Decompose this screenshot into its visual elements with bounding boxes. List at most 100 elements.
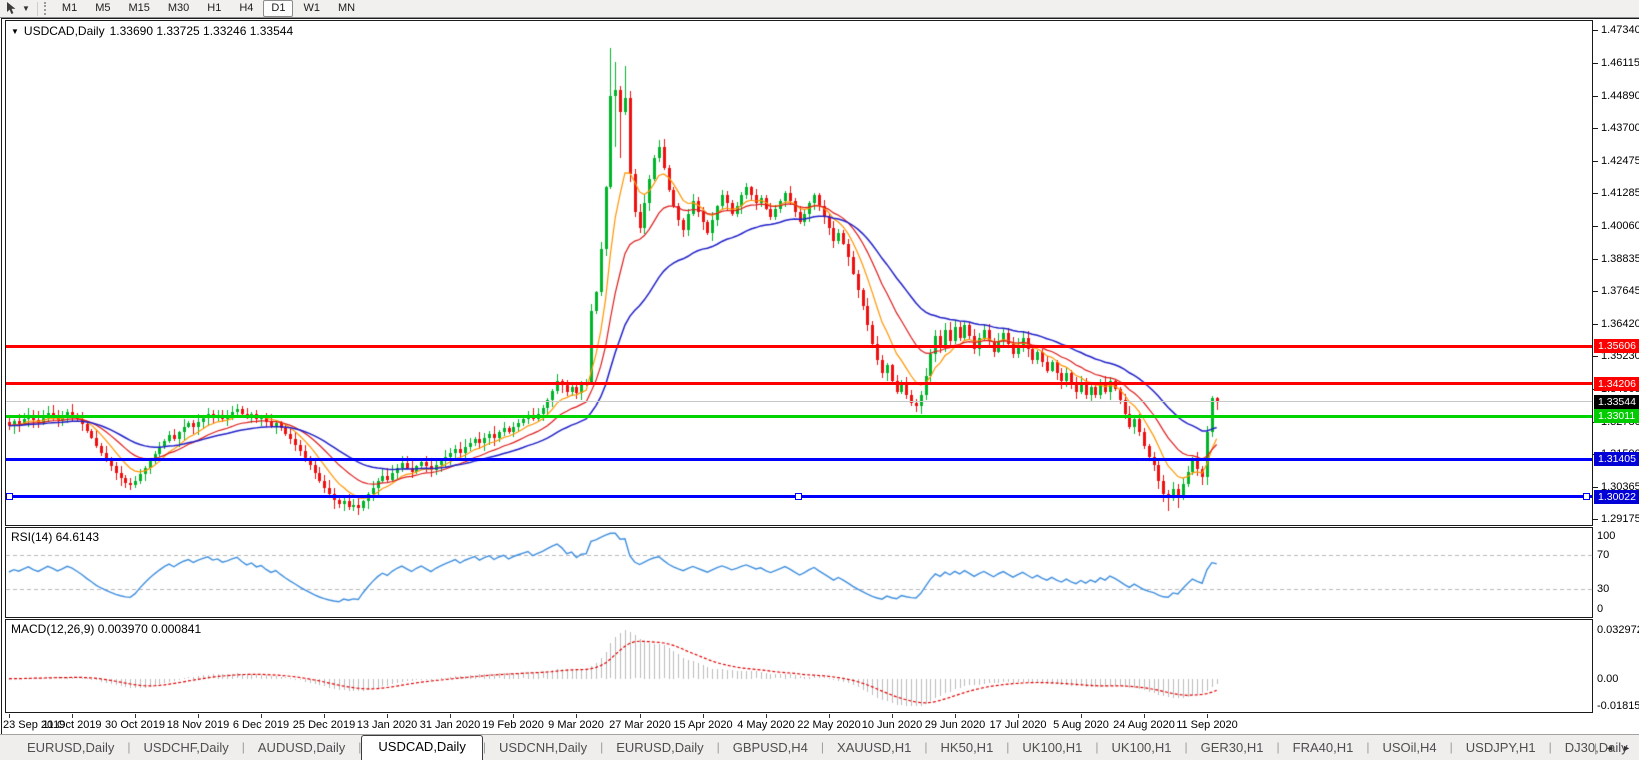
date-tick-mark [1018, 714, 1019, 718]
dropdown-caret-icon[interactable]: ▼ [22, 4, 30, 13]
price-tick-label: 1.44890 [1601, 90, 1639, 102]
macd-pane[interactable] [5, 619, 1593, 713]
rsi-pane[interactable] [5, 527, 1593, 618]
price-tag: 1.30022 [1594, 490, 1639, 504]
chart-title: ▼ USDCAD,Daily 1.33690 1.33725 1.33246 1… [11, 24, 293, 38]
date-label: 22 May 2020 [797, 719, 861, 731]
date-tick-mark [261, 714, 262, 718]
resistance-line-1.35606[interactable] [6, 345, 1592, 348]
price-tag: 1.33544 [1594, 395, 1639, 409]
date-tick-mark [892, 714, 893, 718]
selection-handle[interactable] [6, 493, 13, 500]
date-label: 29 Jun 2020 [925, 719, 986, 731]
date-label: 11 Sep 2020 [1176, 719, 1238, 731]
date-tick-mark [9, 714, 10, 718]
date-label: 27 Mar 2020 [609, 719, 671, 731]
price-tick-label: 1.42475 [1601, 155, 1639, 167]
tab-item-fra40-h1[interactable]: FRA40,H1 [1280, 737, 1367, 760]
date-tick-mark [135, 714, 136, 718]
price-tick-mark [1593, 291, 1598, 292]
price-tick-label: 1.41285 [1601, 187, 1639, 199]
tab-item-usdchf-daily[interactable]: USDCHF,Daily [131, 737, 242, 760]
current-price-line [6, 401, 1592, 402]
price-tick-mark [1593, 63, 1598, 64]
timeframe-button-h4[interactable]: H4 [231, 0, 261, 17]
chart-ohlc-values: 1.33690 1.33725 1.33246 1.33544 [110, 24, 294, 38]
tab-item-audusd-daily[interactable]: AUDUSD,Daily [245, 737, 358, 760]
tab-item-eurusd-daily[interactable]: EURUSD,Daily [14, 737, 127, 760]
toolbar-grip[interactable] [44, 2, 47, 15]
support-line-1.33011[interactable] [6, 415, 1592, 418]
tab-item-ger30-h1[interactable]: GER30,H1 [1188, 737, 1277, 760]
tab-item-usoil-h4[interactable]: USOil,H4 [1369, 737, 1449, 760]
tabs-scroll-right-button[interactable]: ► [1622, 743, 1631, 753]
price-tick-mark [1593, 356, 1598, 357]
date-tick-mark [703, 714, 704, 718]
chart-symbol-label: USDCAD,Daily [24, 24, 105, 38]
tab-item-uk100-h1[interactable]: UK100,H1 [1099, 737, 1185, 760]
resistance-line-1.34206[interactable] [6, 382, 1592, 385]
top-toolbar: ▼ M1M5M15M30H1H4D1W1MN [0, 0, 1639, 18]
price-tick-label: 1.36420 [1601, 318, 1639, 330]
timeframe-button-m1[interactable]: M1 [54, 0, 85, 17]
price-tick-label: 1.37645 [1601, 285, 1639, 297]
price-tick-mark [1593, 487, 1598, 488]
date-tick-mark [198, 714, 199, 718]
tab-item-usdcad-daily[interactable]: USDCAD,Daily [361, 735, 482, 760]
rsi-axis-label: 100 [1597, 530, 1615, 542]
timeframe-button-m30[interactable]: M30 [160, 0, 197, 17]
date-label: 25 Dec 2019 [293, 719, 355, 731]
price-tick-label: 1.46115 [1601, 57, 1639, 69]
rsi-axis-label: 70 [1597, 549, 1609, 561]
timeframe-button-w1[interactable]: W1 [295, 0, 328, 17]
price-tick-mark [1593, 324, 1598, 325]
date-tick-mark [1081, 714, 1082, 718]
tab-item-usdcnh-daily[interactable]: USDCNH,Daily [486, 737, 600, 760]
tab-item-usdjpy-h1[interactable]: USDJPY,H1 [1453, 737, 1549, 760]
main-chart-pane[interactable] [5, 20, 1593, 526]
date-label: 30 Oct 2019 [105, 719, 165, 731]
date-label: 13 Jan 2020 [357, 719, 418, 731]
timeframe-button-mn[interactable]: MN [330, 0, 363, 17]
date-label: 5 Aug 2020 [1053, 719, 1109, 731]
date-label: 10 Jun 2020 [862, 719, 923, 731]
tab-item-uk100-h1[interactable]: UK100,H1 [1009, 737, 1095, 760]
price-tick-mark [1593, 161, 1598, 162]
title-dropdown-icon[interactable]: ▼ [11, 27, 19, 36]
date-label: 4 May 2020 [737, 719, 794, 731]
date-tick-mark [1144, 714, 1145, 718]
date-label: 15 Apr 2020 [673, 719, 732, 731]
price-tick-mark [1593, 259, 1598, 260]
price-tick-label: 1.29175 [1601, 513, 1639, 525]
date-label: 11 Oct 2019 [42, 719, 101, 731]
price-tick-label: 1.40060 [1601, 220, 1639, 232]
tab-item-gbpusd-h4[interactable]: GBPUSD,H4 [720, 737, 821, 760]
timeframe-button-h1[interactable]: H1 [199, 0, 229, 17]
date-tick-mark [829, 714, 830, 718]
date-tick-mark [72, 714, 73, 718]
tabs-scroll-left-button[interactable]: ◄ [1605, 743, 1614, 753]
timeframe-button-m15[interactable]: M15 [120, 0, 157, 17]
tab-item-hk50-h1[interactable]: HK50,H1 [928, 737, 1007, 760]
support-line-1.31405[interactable] [6, 458, 1592, 461]
timeframe-toolbar: M1M5M15M30H1H4D1W1MN [53, 0, 364, 17]
date-label: 9 Mar 2020 [548, 719, 604, 731]
date-tick-mark [640, 714, 641, 718]
cursor-tool-icon[interactable] [4, 2, 20, 16]
selection-handle[interactable] [1583, 493, 1590, 500]
date-label: 18 Nov 2019 [167, 719, 229, 731]
tab-item-xauusd-h1[interactable]: XAUUSD,H1 [824, 737, 924, 760]
date-label: 6 Dec 2019 [233, 719, 289, 731]
selection-handle[interactable] [795, 493, 802, 500]
price-tick-mark [1593, 226, 1598, 227]
price-tag: 1.31405 [1594, 452, 1639, 466]
price-tick-mark [1593, 30, 1598, 31]
tab-item-eurusd-daily[interactable]: EURUSD,Daily [603, 737, 716, 760]
chart-tabs: EURUSD,Daily|USDCHF,Daily|AUDUSD,Daily|U… [0, 734, 1639, 760]
date-tick-mark [513, 714, 514, 718]
macd-axis-zero-label: 0.00 [1597, 673, 1618, 685]
timeframe-button-d1[interactable]: D1 [263, 0, 293, 17]
price-tag: 1.35606 [1594, 339, 1639, 353]
timeframe-button-m5[interactable]: M5 [87, 0, 118, 17]
rsi-axis-label: 30 [1597, 583, 1609, 595]
